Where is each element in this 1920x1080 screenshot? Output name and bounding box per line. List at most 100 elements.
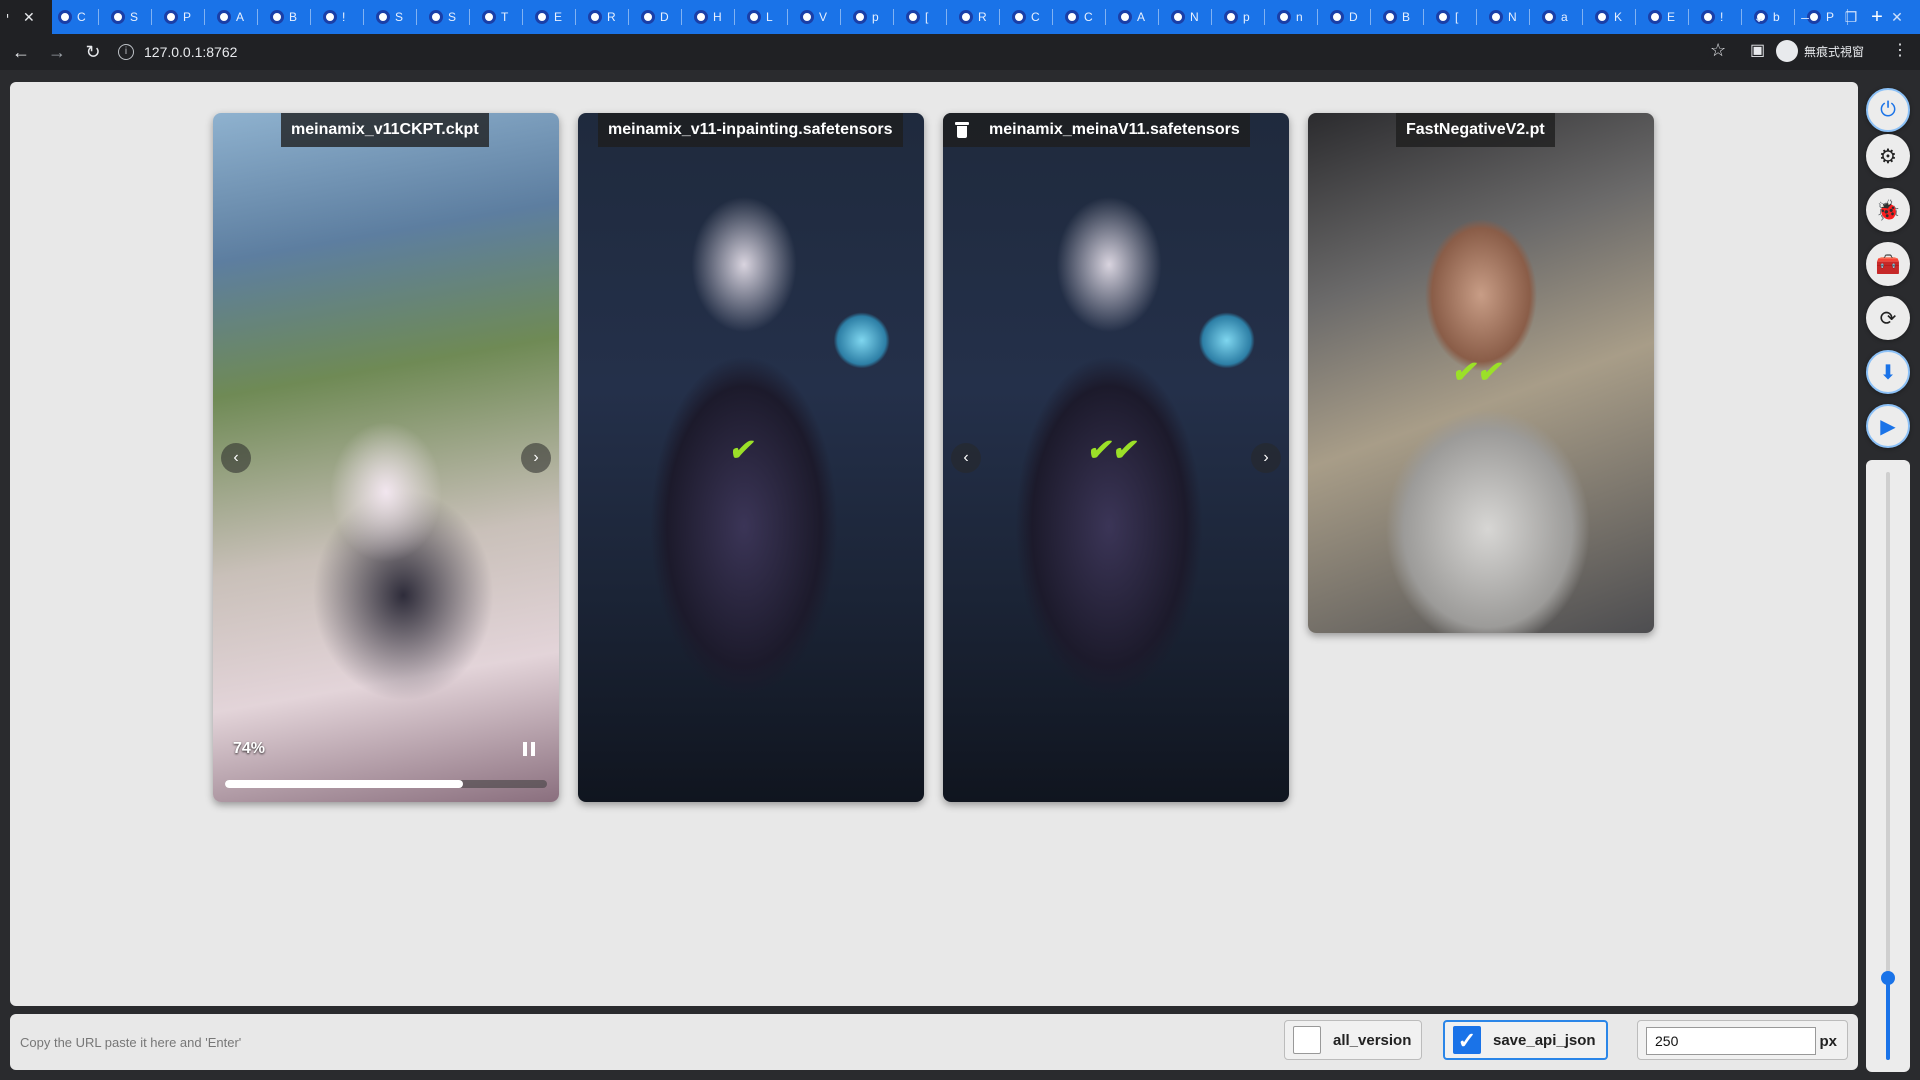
tab-active[interactable]: י ✕ [0, 0, 52, 34]
browser-tab[interactable]: B [1377, 0, 1430, 34]
browser-tab[interactable]: a [1536, 0, 1589, 34]
tab-favicon-icon [1383, 10, 1397, 24]
forward-icon[interactable]: → [42, 37, 72, 67]
browser-tab[interactable]: V [794, 0, 847, 34]
browser-tab[interactable]: E [529, 0, 582, 34]
incognito-icon [1776, 40, 1798, 62]
play-icon[interactable]: ▶ [1866, 404, 1910, 448]
address-bar[interactable]: i 127.0.0.1:8762 [110, 37, 1710, 67]
browser-tab[interactable]: T [476, 0, 529, 34]
browser-tab[interactable]: S [370, 0, 423, 34]
checkbox-unchecked[interactable] [1293, 1026, 1321, 1054]
tab-separator [946, 9, 947, 25]
tab-favicon-icon [323, 10, 337, 24]
browser-tab[interactable]: A [211, 0, 264, 34]
browser-tab[interactable]: A [1112, 0, 1165, 34]
browser-tab[interactable]: B [264, 0, 317, 34]
incognito-profile[interactable]: 無痕式視窗 [1776, 40, 1864, 62]
tab-label: E [1667, 10, 1676, 24]
tab-favicon-icon [1489, 10, 1503, 24]
tab-favicon-icon [588, 10, 602, 24]
browser-tab[interactable]: D [635, 0, 688, 34]
slider-track [1881, 472, 1895, 1060]
tab-label: P [183, 10, 192, 24]
reload-icon[interactable]: ↻ [78, 37, 108, 67]
browser-tab[interactable]: N [1483, 0, 1536, 34]
slider-thumb[interactable] [1881, 971, 1895, 985]
browser-tab[interactable]: n [1271, 0, 1324, 34]
chevron-left-icon[interactable]: ‹ [951, 443, 981, 473]
back-icon[interactable]: ← [6, 37, 36, 67]
browser-tab[interactable]: K [1589, 0, 1642, 34]
model-card[interactable]: meinamix_meinaV11.safetensors ‹ › ✔✔ [943, 113, 1289, 802]
pause-icon[interactable] [523, 742, 535, 756]
tab-label: S [448, 10, 457, 24]
browser-tab[interactable]: p [847, 0, 900, 34]
close-icon[interactable]: ✕ [23, 9, 35, 26]
tab-label: S [395, 10, 404, 24]
tab-search-icon[interactable]: ⌄ [1736, 0, 1782, 34]
chevron-right-icon[interactable]: › [521, 443, 551, 473]
gear-icon[interactable]: ⚙ [1866, 134, 1910, 178]
tab-label: a [1561, 10, 1568, 24]
browser-tab[interactable]: C [52, 0, 105, 34]
tab-separator [1105, 9, 1106, 25]
tab-favicon-icon [853, 10, 867, 24]
browser-tab[interactable]: S [423, 0, 476, 34]
trash-icon[interactable] [955, 122, 969, 138]
bug-icon[interactable]: 🐞 [1866, 188, 1910, 232]
browser-tab[interactable]: p [1218, 0, 1271, 34]
browser-tab[interactable]: E [1642, 0, 1695, 34]
tab-favicon-icon [1065, 10, 1079, 24]
tab-separator [999, 9, 1000, 25]
power-icon[interactable]: ⏻ [1866, 88, 1910, 132]
tab-separator [98, 9, 99, 25]
tab-label: p [1243, 10, 1250, 24]
chevron-right-icon[interactable]: › [1251, 443, 1281, 473]
browser-tab[interactable]: P [158, 0, 211, 34]
model-card[interactable]: meinamix_v11CKPT.ckpt ‹ › 74% [213, 113, 559, 802]
tab-label: ! [1720, 10, 1724, 24]
menu-kebab-icon[interactable]: ⋮ [1892, 40, 1908, 60]
browser-tab[interactable]: [ [900, 0, 953, 34]
size-slider[interactable] [1866, 460, 1910, 1072]
download-icon[interactable]: ⬇ [1866, 350, 1910, 394]
side-panel-icon[interactable]: ▣ [1750, 40, 1765, 60]
browser-tab[interactable]: [ [1430, 0, 1483, 34]
save-api-json-toggle[interactable]: ✓ save_api_json [1443, 1020, 1608, 1060]
bookmark-star-icon[interactable]: ☆ [1710, 40, 1726, 61]
model-card[interactable]: meinamix_v11-inpainting.safetensors ✔ [578, 113, 924, 802]
url-input[interactable] [20, 1028, 620, 1056]
browser-tab[interactable]: L [741, 0, 794, 34]
browser-tab[interactable]: R [582, 0, 635, 34]
restore-icon[interactable]: ❐ [1828, 0, 1874, 34]
toolbox-icon[interactable]: 🧰 [1866, 242, 1910, 286]
refresh-icon[interactable]: ⟳ [1866, 296, 1910, 340]
all-version-label: all_version [1333, 1031, 1412, 1049]
address-url[interactable]: 127.0.0.1:8762 [144, 44, 237, 60]
tab-label: A [1137, 10, 1146, 24]
all-version-toggle[interactable]: all_version [1284, 1020, 1423, 1060]
tab-separator [734, 9, 735, 25]
minimize-icon[interactable]: – [1782, 0, 1828, 34]
size-input[interactable] [1646, 1027, 1816, 1055]
tab-separator [1635, 9, 1636, 25]
checkbox-checked[interactable]: ✓ [1453, 1026, 1481, 1054]
site-info-icon[interactable]: i [118, 44, 134, 60]
browser-tab[interactable]: N [1165, 0, 1218, 34]
tab-strip: י ✕ C S P A B! S S T E R D H L Vp[R C C A Np n D B[Na K E! b P + [0, 0, 1920, 34]
browser-tab[interactable]: H [688, 0, 741, 34]
browser-tab[interactable]: D [1324, 0, 1377, 34]
tab-separator [628, 9, 629, 25]
window-close-icon[interactable]: ✕ [1874, 0, 1920, 34]
chevron-left-icon[interactable]: ‹ [221, 443, 251, 473]
browser-tab[interactable]: C [1059, 0, 1112, 34]
size-unit: px [1819, 1033, 1837, 1050]
browser-tab[interactable]: C [1006, 0, 1059, 34]
save-api-json-label: save_api_json [1493, 1031, 1596, 1049]
browser-tab[interactable]: R [953, 0, 1006, 34]
tab-label: S [130, 10, 139, 24]
browser-tab[interactable]: ! [317, 0, 370, 34]
model-card[interactable]: FastNegativeV2.pt ✔✔ [1308, 113, 1654, 633]
browser-tab[interactable]: S [105, 0, 158, 34]
